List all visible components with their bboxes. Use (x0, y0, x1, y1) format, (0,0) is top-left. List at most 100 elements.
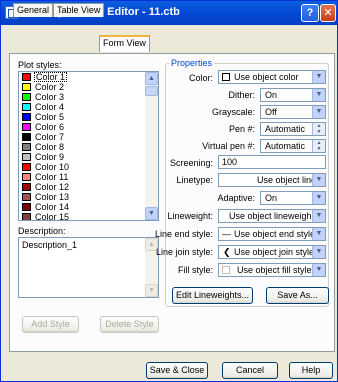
scroll-up-button[interactable]: ▲ (145, 72, 158, 85)
color-swatch-icon (22, 213, 31, 220)
plot-style-item[interactable]: Color 4 (19, 102, 158, 112)
save-close-button[interactable]: Save & Close (146, 362, 208, 379)
plot-style-name: Color 4 (35, 102, 65, 112)
color-label: Color: (188, 73, 213, 83)
plot-style-item[interactable]: Color 2 (19, 82, 158, 92)
tab-general[interactable]: General (13, 3, 54, 17)
linetype-combo[interactable]: Use object linety ▼ (218, 173, 326, 187)
color-swatch-icon (22, 163, 31, 171)
plot-style-item[interactable]: Color 6 (19, 122, 158, 132)
plot-style-item[interactable]: Color 10 (19, 162, 158, 172)
plot-style-item[interactable]: Color 11 (19, 172, 158, 182)
plot-style-item[interactable]: Color 3 (19, 92, 158, 102)
plot-style-name: Color 13 (35, 192, 70, 202)
description-label: Description: (18, 226, 66, 236)
edit-lineweights-button[interactable]: Edit Lineweights... (172, 287, 253, 304)
plot-styles-rows: Color 1 Color 2 Color 3 Color 4 Color 5 Color… (19, 72, 158, 220)
dither-combo[interactable]: On ▼ (260, 88, 326, 102)
color-swatch-icon (222, 73, 230, 81)
chevron-up-icon: ▲ (148, 75, 155, 82)
adaptive-combo[interactable]: On ▼ (260, 191, 326, 205)
color-swatch-icon (22, 203, 31, 211)
plot-style-item[interactable]: Color 1 (19, 72, 158, 82)
plot-style-name: Color 6 (35, 122, 65, 132)
plot-style-item[interactable]: Color 7 (19, 132, 158, 142)
chevron-down-icon: ▼ (312, 246, 325, 258)
screening-label: Screening: (169, 158, 213, 168)
spin-arrows-icon: ▲ ▼ (312, 140, 325, 152)
plot-style-item[interactable]: Color 14 (19, 202, 158, 212)
description-field[interactable]: Description_1 ▲ ▼ (18, 237, 159, 298)
plot-style-name: Color 10 (35, 162, 70, 172)
save-as-button[interactable]: Save As... (266, 287, 329, 304)
plot-style-name: Color 14 (35, 202, 70, 212)
tab-table-view[interactable]: Table View (53, 3, 105, 17)
screening-input[interactable]: 100 (218, 155, 326, 169)
add-style-button[interactable]: Add Style (22, 316, 79, 333)
plot-style-name: Color 2 (35, 82, 65, 92)
scroll-thumb[interactable] (145, 86, 158, 96)
chevron-down-icon: ▼ (312, 106, 325, 118)
color-swatch-icon (22, 173, 31, 181)
cancel-button[interactable]: Cancel (222, 362, 278, 379)
plot-style-name: Color 5 (35, 112, 65, 122)
virtual-pen-value: Automatic (265, 141, 306, 151)
tab-form-view[interactable]: Form View (99, 35, 150, 52)
adaptive-value: On (265, 193, 278, 203)
lineweight-value: Use object lineweigh (229, 211, 312, 221)
line-join-value: Use object join style (234, 247, 315, 257)
plot-style-name: Color 9 (35, 152, 65, 162)
virtual-pen-spinner[interactable]: Automatic ▲ ▼ (260, 139, 326, 153)
dither-value: On (265, 90, 278, 100)
plot-style-item[interactable]: Color 9 (19, 152, 158, 162)
virtual-pen-label: Virtual pen #: (202, 141, 255, 151)
color-swatch-icon (22, 113, 31, 121)
plot-style-item[interactable]: Color 12 (19, 182, 158, 192)
close-button[interactable]: ✕ (320, 4, 336, 22)
chevron-down-icon: ▼ (312, 192, 325, 204)
chevron-down-icon: ▼ (312, 210, 325, 222)
plot-style-name: Color 11 (35, 172, 69, 182)
plot-styles-list[interactable]: Color 1 Color 2 Color 3 Color 4 Color 5 Color… (18, 71, 159, 221)
color-swatch-icon (22, 133, 31, 141)
pen-spinner[interactable]: Automatic ▲ ▼ (260, 122, 326, 136)
spin-arrows-icon: ▲ ▼ (312, 123, 325, 135)
plot-style-name: Color 7 (35, 132, 65, 142)
plot-style-item[interactable]: Color 5 (19, 112, 158, 122)
help-title-button[interactable]: ? (301, 4, 319, 22)
properties-legend: Properties (169, 58, 215, 68)
fill-swatch-icon (222, 266, 230, 274)
chevron-down-icon: ▼ (312, 264, 325, 276)
plot-styles-label: Plot styles: (18, 60, 62, 70)
line-join-icon: ❮ (223, 247, 231, 257)
color-swatch-icon (22, 93, 31, 101)
fill-style-label: Fill style: (177, 265, 213, 275)
grayscale-value: Off (265, 107, 277, 117)
color-swatch-icon (22, 143, 31, 151)
grayscale-combo[interactable]: Off ▼ (260, 105, 326, 119)
chevron-down-icon: ▼ (312, 89, 325, 101)
chevron-down-icon: ▼ (312, 71, 325, 83)
help-button[interactable]: Help (289, 362, 333, 379)
color-combo[interactable]: Use object color ▼ (218, 70, 326, 84)
scroll-down-button[interactable]: ▼ (145, 207, 158, 220)
plot-style-item[interactable]: Color 15 (19, 212, 158, 220)
lineweight-label: Lineweight: (167, 211, 213, 221)
line-end-style-combo[interactable]: — Use object end style ▼ (218, 227, 326, 241)
color-swatch-icon (22, 83, 31, 91)
line-end-value: Use object end style (234, 229, 316, 239)
plot-style-editor-window: Plot Style Table Editor - 11.ctb ? ✕ Gen… (0, 0, 338, 382)
line-end-icon: — (222, 229, 231, 239)
line-join-style-combo[interactable]: ❮ Use object join style ▼ (218, 245, 326, 259)
fill-style-combo[interactable]: Use object fill style ▼ (218, 263, 326, 277)
plot-styles-scrollbar[interactable]: ▲ ▼ (145, 72, 158, 220)
linetype-label: Linetype: (176, 175, 213, 185)
chevron-down-icon: ▼ (148, 210, 155, 217)
desc-scroll-down-button[interactable]: ▼ (145, 284, 158, 297)
plot-style-item[interactable]: Color 13 (19, 192, 158, 202)
plot-style-item[interactable]: Color 8 (19, 142, 158, 152)
plot-style-name: Color 12 (35, 182, 70, 192)
line-end-style-label: Line end style: (154, 229, 213, 239)
delete-style-button[interactable]: Delete Style (100, 316, 159, 333)
lineweight-combo[interactable]: Use object lineweigh ▼ (218, 209, 326, 223)
